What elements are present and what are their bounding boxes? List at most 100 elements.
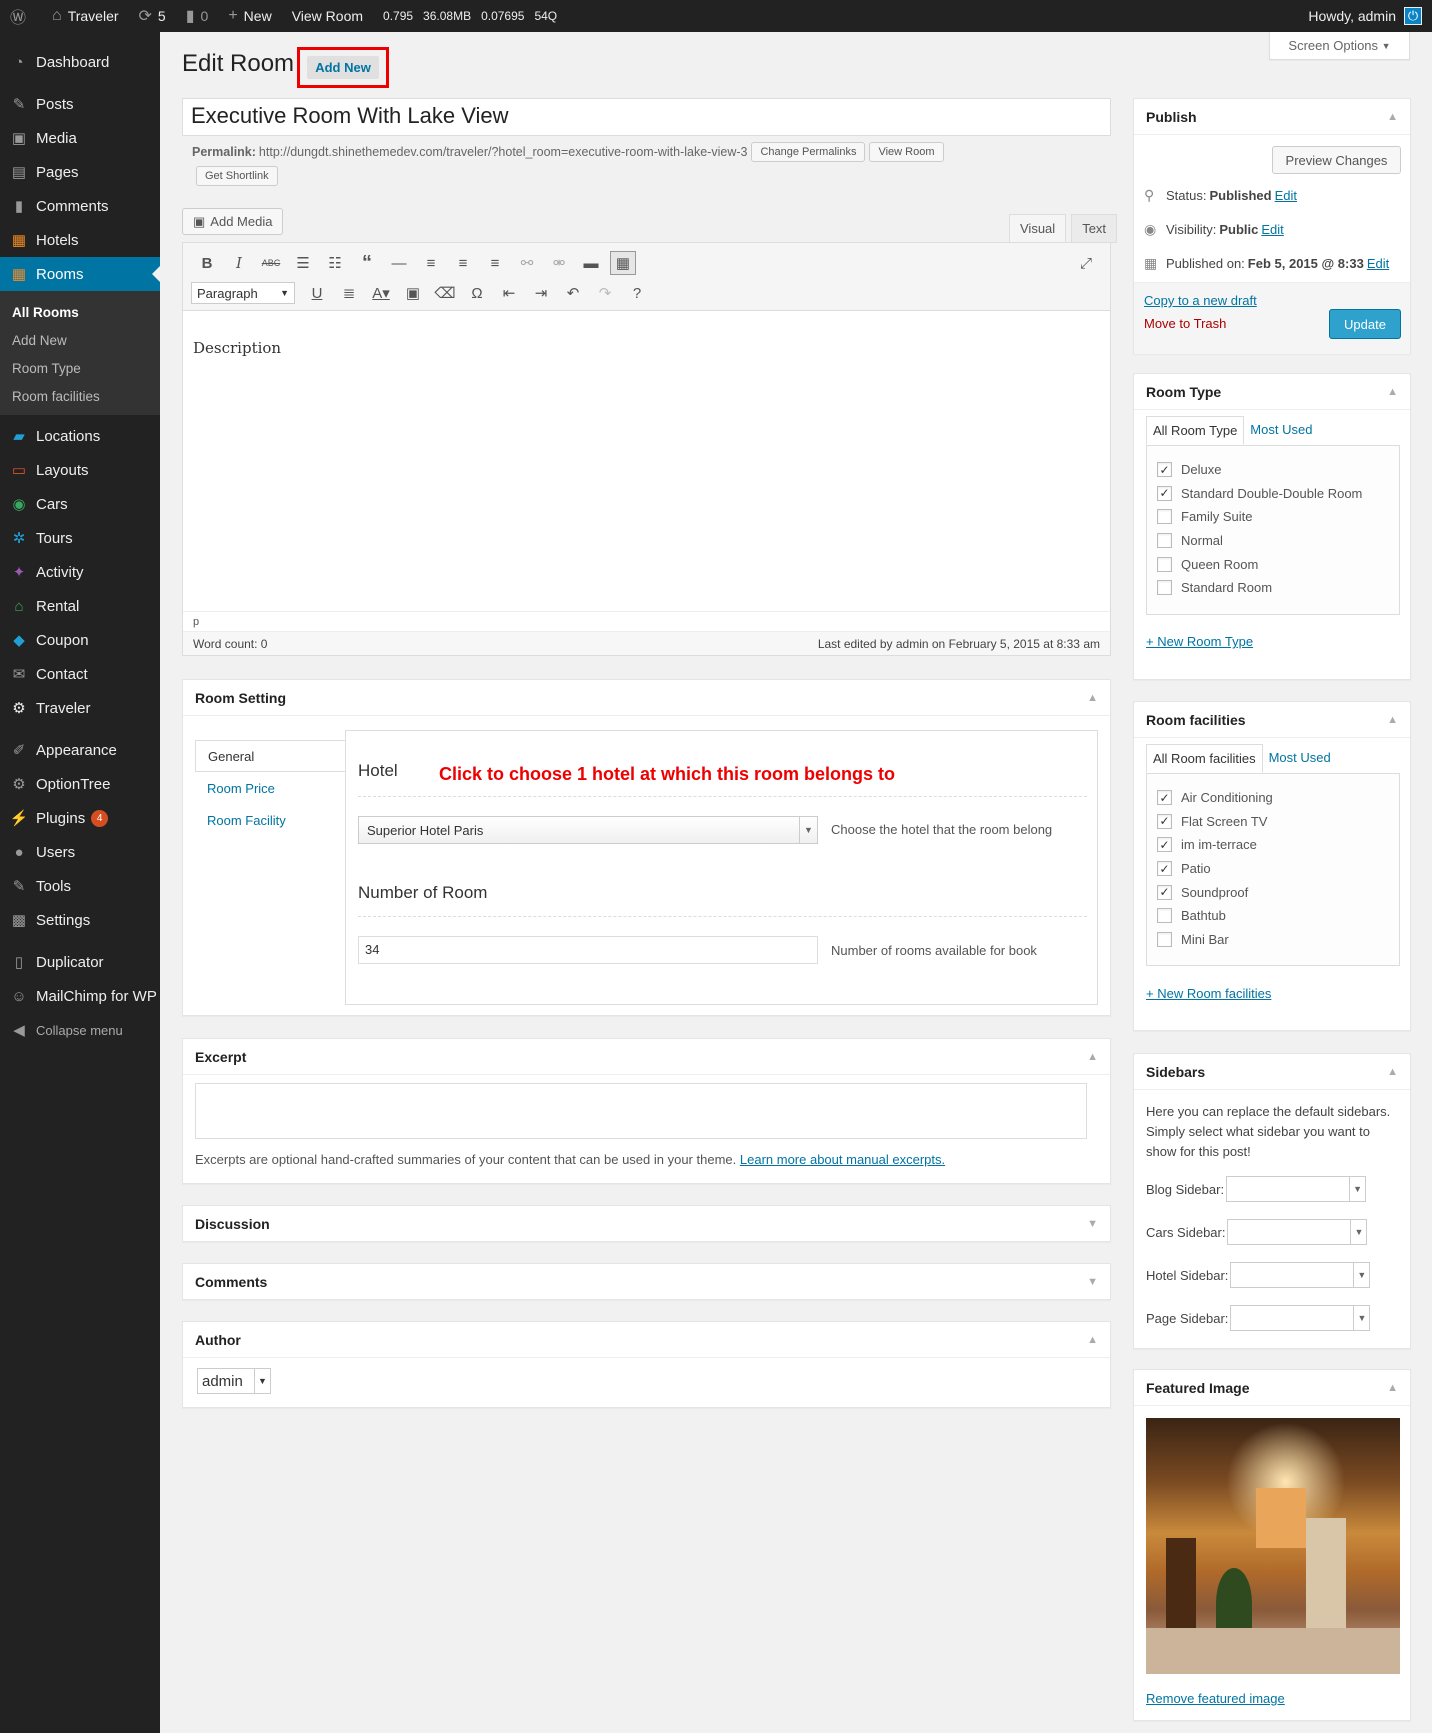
menu-tours[interactable]: ✲ Tours <box>0 521 160 555</box>
menu-rooms[interactable]: ▦ Rooms <box>0 257 160 291</box>
permalink-url[interactable]: http://dungdt.shinethemedev.com/traveler… <box>259 145 748 159</box>
blockquote-icon[interactable]: “ <box>351 251 383 275</box>
tab-most-used[interactable]: Most Used <box>1244 416 1318 445</box>
collapse-arrow-icon[interactable]: ▲ <box>1387 386 1398 398</box>
checkbox-checked[interactable]: ✓ <box>1157 813 1172 829</box>
edit-date-link[interactable]: Edit <box>1367 256 1389 271</box>
tab-text[interactable]: Text <box>1071 214 1118 243</box>
submenu-all-rooms[interactable]: All Rooms <box>0 299 160 327</box>
cars-sidebar-select[interactable]: ▼ <box>1227 1219 1368 1245</box>
submenu-add-new[interactable]: Add New <box>0 327 160 355</box>
redo-icon[interactable]: ↷ <box>589 281 621 305</box>
menu-plugins[interactable]: ⚡ Plugins 4 <box>0 801 160 835</box>
menu-posts[interactable]: ✎ Posts <box>0 87 160 121</box>
learn-more-link[interactable]: Learn more about manual excerpts. <box>740 1152 945 1167</box>
get-shortlink-button[interactable]: Get Shortlink <box>196 166 278 186</box>
list-item[interactable]: Queen Room <box>1157 552 1389 576</box>
page-sidebar-select[interactable]: ▼ <box>1230 1305 1371 1331</box>
discussion-header[interactable]: Discussion ▼ <box>183 1206 1110 1242</box>
list-item[interactable]: ✓ Air Conditioning <box>1157 786 1389 810</box>
align-left-icon[interactable]: ≡ <box>415 251 447 275</box>
menu-settings[interactable]: ▩ Settings <box>0 903 160 937</box>
checkbox[interactable] <box>1157 908 1172 924</box>
checkbox[interactable] <box>1157 509 1172 525</box>
add-media-button[interactable]: ▣ Add Media <box>182 208 284 235</box>
tab-visual[interactable]: Visual <box>1009 214 1067 243</box>
collapse-arrow-icon[interactable]: ▲ <box>1387 1382 1398 1394</box>
featured-image-thumbnail[interactable] <box>1146 1418 1400 1674</box>
preview-changes-button[interactable]: Preview Changes <box>1272 146 1401 174</box>
menu-comments[interactable]: ▮ Comments <box>0 189 160 223</box>
list-item[interactable]: ✓ im im-terrace <box>1157 833 1389 857</box>
horizontal-rule-icon[interactable]: — <box>383 251 415 275</box>
collapse-arrow-icon[interactable]: ▲ <box>1387 111 1398 123</box>
checkbox-checked[interactable]: ✓ <box>1157 485 1172 501</box>
collapse-arrow-icon[interactable]: ▲ <box>1387 714 1398 726</box>
menu-duplicator[interactable]: ▯ Duplicator <box>0 945 160 979</box>
menu-mailchimp[interactable]: ☺ MailChimp for WP <box>0 979 160 1013</box>
sidebars-header[interactable]: Sidebars ▲ <box>1134 1054 1410 1090</box>
menu-traveler[interactable]: ⚙ Traveler <box>0 691 160 725</box>
collapse-menu[interactable]: ◀ Collapse menu <box>0 1013 160 1047</box>
list-item[interactable]: Standard Room <box>1157 576 1389 600</box>
indent-icon[interactable]: ⇥ <box>525 281 557 305</box>
menu-optiontree[interactable]: ⚙ OptionTree <box>0 767 160 801</box>
room-setting-header[interactable]: Room Setting ▲ <box>183 680 1110 716</box>
menu-users[interactable]: ● Users <box>0 835 160 869</box>
link-icon[interactable]: ⚯ <box>511 251 543 275</box>
numbered-list-icon[interactable]: ☷ <box>319 251 351 275</box>
collapse-arrow-icon[interactable]: ▲ <box>1087 1334 1098 1346</box>
move-to-trash-link[interactable]: Move to Trash <box>1144 316 1226 331</box>
author-select[interactable]: admin ▼ <box>197 1368 271 1394</box>
collapse-arrow-icon[interactable]: ▲ <box>1087 692 1098 704</box>
menu-appearance[interactable]: ✐ Appearance <box>0 733 160 767</box>
howdy-account[interactable]: Howdy, admin <box>1308 8 1396 24</box>
excerpt-textarea[interactable] <box>195 1083 1087 1139</box>
featured-image-header[interactable]: Featured Image ▲ <box>1134 1370 1410 1406</box>
editor-content-area[interactable]: Description <box>183 311 1110 611</box>
new-content-link[interactable]: + New <box>218 0 281 32</box>
menu-pages[interactable]: ▤ Pages <box>0 155 160 189</box>
menu-locations[interactable]: ▰ Locations <box>0 419 160 453</box>
updates-link[interactable]: ⟳ 5 <box>129 0 176 32</box>
view-room-link[interactable]: View Room <box>282 0 373 32</box>
unlink-icon[interactable]: ⚮ <box>543 251 575 275</box>
checkbox[interactable] <box>1157 931 1172 947</box>
list-item[interactable]: ✓ Flat Screen TV <box>1157 810 1389 834</box>
align-right-icon[interactable]: ≡ <box>479 251 511 275</box>
menu-tools[interactable]: ✎ Tools <box>0 869 160 903</box>
list-item[interactable]: Family Suite <box>1157 505 1389 529</box>
add-room-facilities-link[interactable]: + New Room facilities <box>1146 986 1271 1001</box>
submenu-room-type[interactable]: Room Type <box>0 355 160 383</box>
hotel-select[interactable]: Superior Hotel Paris ▼ <box>358 816 818 844</box>
checkbox-checked[interactable]: ✓ <box>1157 462 1172 478</box>
list-item[interactable]: ✓ Deluxe <box>1157 458 1389 482</box>
collapse-arrow-icon[interactable]: ▲ <box>1387 1066 1398 1078</box>
bold-icon[interactable]: B <box>191 251 223 275</box>
remove-featured-image-link[interactable]: Remove featured image <box>1146 1691 1285 1706</box>
edit-status-link[interactable]: Edit <box>1275 188 1297 203</box>
checkbox-checked[interactable]: ✓ <box>1157 790 1172 806</box>
blog-sidebar-select[interactable]: ▼ <box>1226 1176 1367 1202</box>
outdent-icon[interactable]: ⇤ <box>493 281 525 305</box>
menu-rental[interactable]: ⌂ Rental <box>0 589 160 623</box>
special-character-icon[interactable]: Ω <box>461 281 493 305</box>
clear-formatting-icon[interactable]: ⌫ <box>429 281 461 305</box>
checkbox-checked[interactable]: ✓ <box>1157 861 1172 877</box>
checkbox-checked[interactable]: ✓ <box>1157 884 1172 900</box>
list-item[interactable]: Mini Bar <box>1157 928 1389 952</box>
room-type-header[interactable]: Room Type ▲ <box>1134 374 1410 410</box>
wordpress-logo[interactable]: Ⓦ <box>0 0 42 32</box>
site-name-link[interactable]: ⌂ Traveler <box>42 0 129 32</box>
format-select[interactable]: Paragraph ▼ <box>191 282 295 304</box>
tab-room-price[interactable]: Room Price <box>195 772 345 804</box>
screen-options-button[interactable]: Screen Options ▼ <box>1269 32 1410 60</box>
avatar[interactable]: ⏻ <box>1404 7 1422 25</box>
add-new-button[interactable]: Add New <box>307 56 379 79</box>
read-more-icon[interactable]: ▬ <box>575 251 607 275</box>
list-item[interactable]: Bathtub <box>1157 904 1389 928</box>
paste-text-icon[interactable]: ▣ <box>397 281 429 305</box>
expand-arrow-icon[interactable]: ▼ <box>1087 1218 1098 1230</box>
text-color-icon[interactable]: A▾ <box>365 281 397 305</box>
list-item[interactable]: ✓ Patio <box>1157 857 1389 881</box>
